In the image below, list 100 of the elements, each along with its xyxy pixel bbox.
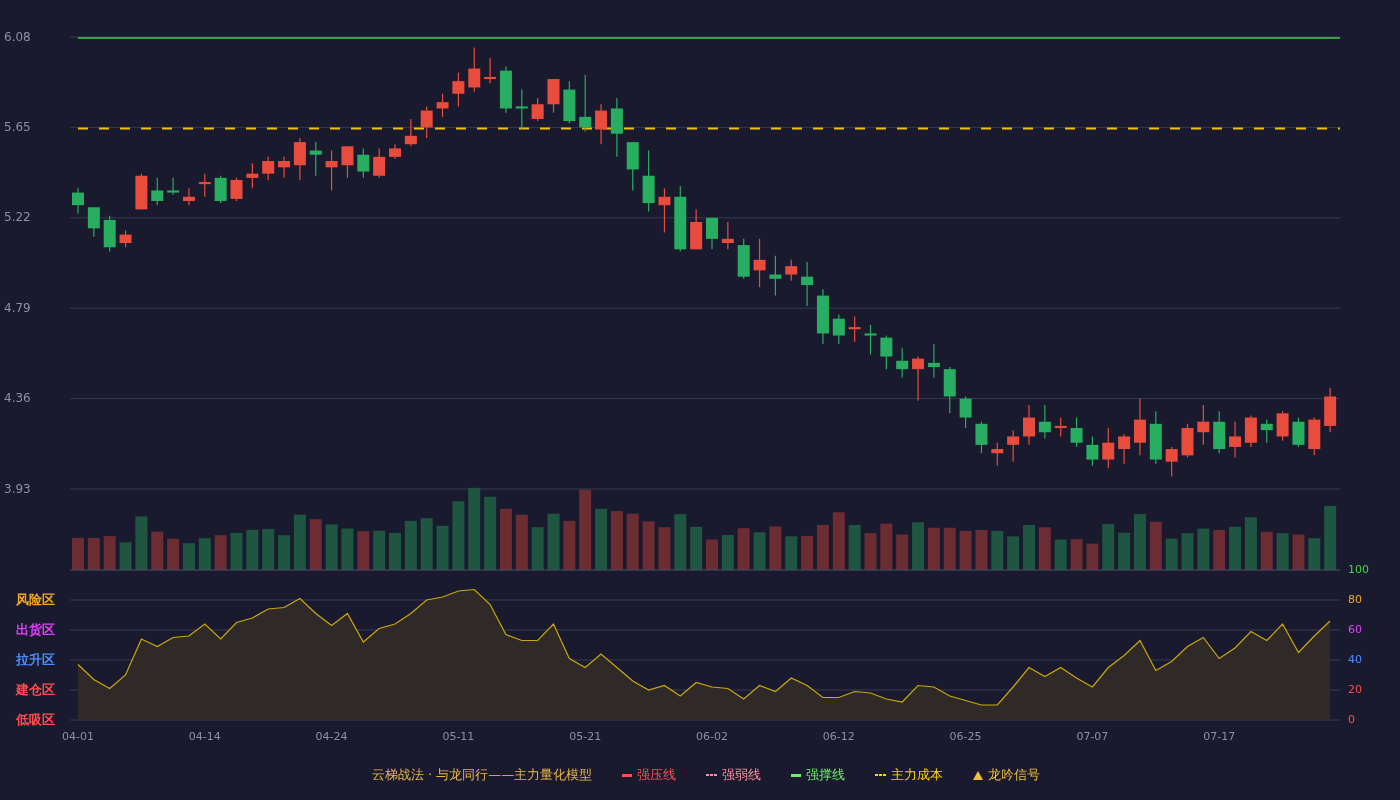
candlestick xyxy=(515,88,528,131)
legend-item[interactable]: 强压线 xyxy=(622,766,677,784)
axis-label: 4.36 xyxy=(4,391,31,406)
candlestick xyxy=(595,103,608,145)
candlestick xyxy=(151,177,164,206)
candlestick xyxy=(801,261,814,307)
candlestick xyxy=(72,187,84,215)
axis-label: 04-14 xyxy=(188,730,221,743)
candlestick xyxy=(1244,414,1257,448)
candlestick xyxy=(658,187,671,234)
zone-label: 建仓区 xyxy=(16,681,55,697)
solid-line-icon xyxy=(622,773,633,777)
axis-label: 04-01 xyxy=(62,730,94,743)
candlestick xyxy=(769,255,782,297)
axis-label: 07-17 xyxy=(1203,730,1236,743)
candlestick xyxy=(325,149,338,192)
candlestick xyxy=(642,149,655,213)
candlestick xyxy=(959,395,972,429)
candlestick xyxy=(309,141,322,177)
candlestick xyxy=(1086,435,1099,467)
candlestick xyxy=(832,313,845,345)
candlestick xyxy=(1324,387,1337,433)
candlestick xyxy=(547,78,560,114)
candlestick xyxy=(975,421,988,454)
axis-label: 80 xyxy=(1348,593,1362,606)
candlestick xyxy=(389,143,401,160)
candlestick xyxy=(1070,416,1083,448)
candlestick xyxy=(1133,398,1146,456)
legend-title: 云梯战法 · 与龙同行——主力量化模型 xyxy=(371,766,593,784)
candlestick xyxy=(816,288,829,345)
candlestick xyxy=(864,324,877,356)
candlestick xyxy=(579,74,592,133)
candlestick xyxy=(721,221,734,250)
candlestick xyxy=(991,442,1004,467)
candlestick xyxy=(1102,427,1115,469)
candlestick xyxy=(753,238,766,288)
axis-label: 06-12 xyxy=(822,730,855,743)
zone-label: 拉升区 xyxy=(16,651,55,667)
candlestick xyxy=(626,141,639,192)
axis-label: 05-11 xyxy=(442,730,475,743)
candlestick xyxy=(499,65,512,114)
candlestick xyxy=(262,156,275,181)
candlestick xyxy=(690,208,703,250)
candlestick xyxy=(420,105,433,139)
zone-label: 风险区 xyxy=(16,591,55,607)
candlestick xyxy=(1165,446,1178,477)
candlestick xyxy=(1007,429,1020,463)
candlestick xyxy=(214,175,227,204)
axis-label: 06-25 xyxy=(949,730,982,743)
legend-item[interactable]: 强弱线 xyxy=(706,766,762,784)
legend-item[interactable]: 主力成本 xyxy=(875,766,944,784)
candlestick xyxy=(737,238,750,280)
candlestick xyxy=(896,347,909,379)
candlestick xyxy=(468,46,481,93)
axis-label: 60 xyxy=(1348,623,1362,636)
candlestick xyxy=(182,187,195,206)
axis-label: 100 xyxy=(1348,563,1369,576)
candlestick xyxy=(198,173,211,198)
candlestick xyxy=(1197,404,1210,446)
legend-item[interactable]: 强撑线 xyxy=(791,766,846,784)
axis-label: 3.93 xyxy=(4,481,31,496)
candlestick xyxy=(563,80,576,124)
candlestick xyxy=(610,97,623,158)
axis-label: 5.22 xyxy=(4,210,31,225)
candlestick xyxy=(1292,416,1305,448)
candlestick xyxy=(293,137,306,181)
candlestick xyxy=(880,334,893,370)
candlestick xyxy=(1308,416,1321,456)
candlestick xyxy=(484,57,497,84)
candlestick xyxy=(1054,416,1067,438)
candlestick xyxy=(785,259,798,282)
solid-line-icon xyxy=(791,773,802,777)
candlestick xyxy=(246,162,259,189)
candlestick xyxy=(135,173,148,210)
candlestick xyxy=(1276,410,1289,442)
candlestick xyxy=(912,355,925,402)
candlestick xyxy=(848,316,861,343)
candlestick xyxy=(1118,433,1131,465)
axis-label: 07-07 xyxy=(1076,730,1109,743)
axis-label: 5.65 xyxy=(4,119,31,134)
zone-label: 出货区 xyxy=(16,621,55,637)
triangle-icon xyxy=(973,770,984,780)
candlestick xyxy=(230,177,243,202)
axis-label: 0 xyxy=(1348,713,1355,726)
candlestick xyxy=(341,145,354,179)
candlestick xyxy=(103,215,116,253)
dashed-line-icon xyxy=(875,774,887,776)
candlestick xyxy=(436,93,449,118)
candlestick xyxy=(373,147,386,179)
legend-item[interactable]: 龙吟信号 xyxy=(973,766,1041,784)
axis-label: 04-24 xyxy=(315,730,348,743)
candlestick xyxy=(278,156,291,179)
axis-label: 05-21 xyxy=(569,730,602,743)
candlestick xyxy=(119,229,132,248)
candlestick xyxy=(452,72,465,107)
candlestick xyxy=(1260,419,1273,444)
zone-label: 低吸区 xyxy=(16,711,55,727)
candlestick xyxy=(404,118,417,147)
candlestick xyxy=(1023,404,1035,446)
axis-label: 4.79 xyxy=(4,300,31,315)
